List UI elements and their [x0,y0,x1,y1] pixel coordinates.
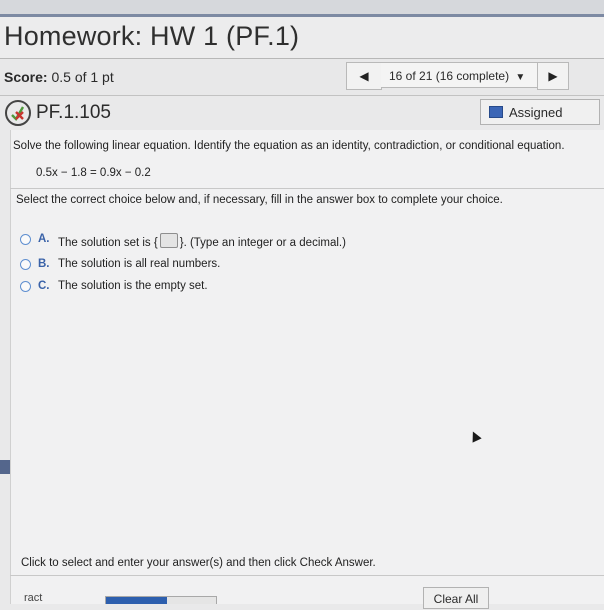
partial-credit-icon [5,100,31,126]
title-bar: Homework: HW 1 (PF.1) [0,17,604,59]
top-strip [0,0,604,17]
choice-a-text-after: }. (Type an integer or a decimal.) [179,237,346,249]
radio-choice-a[interactable] [20,234,31,245]
question-progress-text: 16 of 21 (16 complete) [389,69,510,83]
question-dropdown[interactable]: 16 of 21 (16 complete) ▼ [381,62,537,88]
arrow-right-icon: ▶ [548,69,558,83]
divider [10,188,604,189]
media-icon [489,106,503,118]
score-text: Score: 0.5 of 1 pt [4,69,114,85]
arrow-left-icon: ◀ [359,69,369,83]
side-tab [0,460,10,474]
choice-a-text-before: The solution set is { [58,237,158,249]
previous-question-button[interactable]: ◀ [346,62,382,90]
answer-input[interactable] [159,233,178,248]
footer-instruction: Click to select and enter your answer(s)… [21,557,376,569]
divider [10,575,604,576]
radio-choice-b[interactable] [20,259,31,270]
choice-instruction: Select the correct choice below and, if … [16,194,503,206]
clear-all-button[interactable]: Clear All [423,587,489,609]
progress-bar [105,596,217,604]
next-question-button[interactable]: ▶ [537,62,569,90]
choice-letter: B. [38,258,50,270]
chevron-down-icon: ▼ [515,72,526,83]
choice-text: The solution is all real numbers. [58,258,221,270]
assigned-media-button[interactable]: Assigned Media [480,99,600,146]
radio-choice-c[interactable] [20,281,31,292]
choice-text: The solution is the empty set. [58,280,208,292]
score-value: 0.5 of 1 pt [51,69,114,85]
equation: 0.5x − 1.8 = 0.9x − 0.2 [36,167,151,179]
choice-letter: A. [38,233,50,245]
choice-text: The solution set is { }. (Type an integer… [58,233,346,249]
page-title: Homework: HW 1 (PF.1) [4,21,300,51]
question-id: PF.1.105 [36,102,111,123]
choice-letter: C. [38,280,50,292]
progress-label: ract [24,592,43,604]
progress-fill [106,597,167,604]
question-instruction: Solve the following linear equation. Ide… [13,140,565,152]
score-label: Score: [4,69,48,85]
